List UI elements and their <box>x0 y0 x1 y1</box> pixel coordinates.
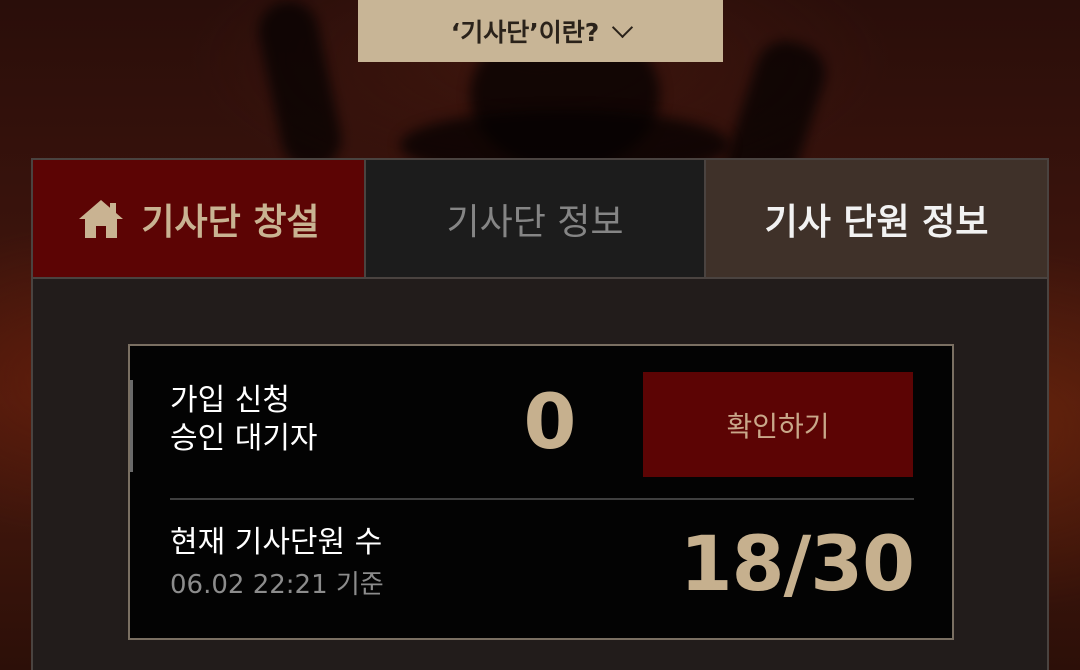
pending-applicants-count: 0 <box>523 377 577 466</box>
pending-label-line1: 가입 신청 <box>170 383 290 418</box>
guild-tabs: 기사단 창설 기사단 정보 기사 단원 정보 <box>33 160 1047 279</box>
current-members-label: 현재 기사단원 수 <box>170 525 383 560</box>
left-accent-bar <box>130 380 133 472</box>
pending-applicants-label: 가입 신청 승인 대기자 <box>170 382 318 458</box>
guild-faq-toggle[interactable]: ‘기사단’이란? <box>358 0 723 62</box>
pending-label-line2: 승인 대기자 <box>170 421 318 456</box>
tab-create-guild-label: 기사단 창설 <box>141 201 320 243</box>
tab-member-info[interactable]: 기사 단원 정보 <box>706 160 1047 277</box>
current-members-count: 18/30 <box>679 519 915 608</box>
home-icon <box>77 198 125 240</box>
divider <box>170 498 914 500</box>
tab-guild-info[interactable]: 기사단 정보 <box>364 160 706 277</box>
tab-guild-info-label: 기사단 정보 <box>446 201 624 243</box>
guild-faq-label: ‘기사단’이란? <box>450 18 600 47</box>
confirm-button[interactable]: 확인하기 <box>643 372 913 477</box>
tab-member-info-label: 기사 단원 정보 <box>764 201 989 243</box>
member-info-box: 가입 신청 승인 대기자 0 확인하기 현재 기사단원 수 06.02 22:2… <box>128 344 954 640</box>
members-timestamp: 06.02 22:21 기준 <box>170 570 384 600</box>
chevron-down-icon <box>612 16 634 38</box>
background-figure-arm <box>252 0 348 175</box>
tab-create-guild[interactable]: 기사단 창설 <box>33 160 364 277</box>
guild-panel: 기사단 창설 기사단 정보 기사 단원 정보 가입 신청 승인 대기자 0 확인… <box>31 158 1049 670</box>
